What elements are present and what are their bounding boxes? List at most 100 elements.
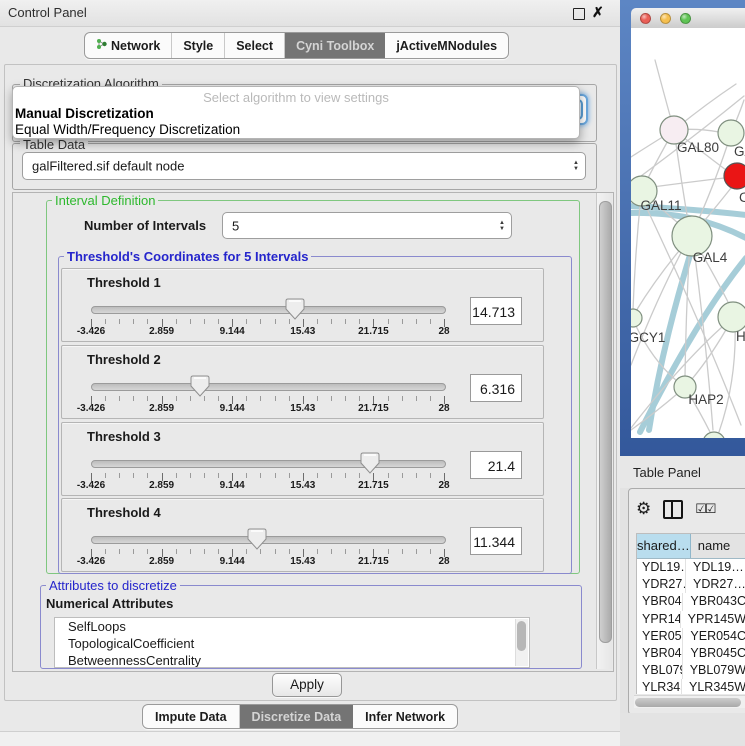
minor-tick: [119, 396, 120, 401]
table-horizontal-scrollbar[interactable]: [634, 695, 745, 708]
attribute-list-item[interactable]: SelfLoops: [55, 618, 529, 635]
table-row[interactable]: YPR145WYPR145W: [637, 611, 745, 628]
tab-impute-data[interactable]: Impute Data: [143, 705, 240, 728]
dropdown-option-manual[interactable]: Manual Discretization: [15, 106, 154, 121]
minor-tick: [204, 319, 205, 324]
table-data-combobox[interactable]: galFiltered.sif default node ▲▼: [22, 152, 586, 180]
cell-shared-name[interactable]: YDR27…: [637, 576, 686, 593]
slider-thumb[interactable]: [247, 528, 267, 550]
apply-button[interactable]: Apply: [272, 673, 342, 697]
table-panel-header: Table Panel: [620, 456, 745, 488]
slider-thumb[interactable]: [190, 375, 210, 397]
minor-tick: [105, 319, 106, 324]
tick-label: -3.426: [77, 403, 105, 414]
table-row[interactable]: YBL079WYBL079W: [637, 662, 745, 679]
column-header-name[interactable]: name: [691, 534, 745, 558]
cell-shared-name[interactable]: YLR345W: [637, 679, 682, 694]
table-row[interactable]: YBR045CYBR045C: [637, 645, 745, 662]
tab-infer-network[interactable]: Infer Network: [353, 705, 457, 728]
close-panel-icon[interactable]: ✗: [592, 4, 604, 21]
numerical-attributes-list[interactable]: SelfLoopsTopologicalCoefficientBetweenne…: [54, 617, 530, 668]
split-view-icon[interactable]: [663, 500, 683, 519]
tick-label: 15.43: [290, 480, 315, 491]
minor-tick: [147, 396, 148, 401]
network-node[interactable]: [703, 432, 725, 438]
network-node-gcy1[interactable]: [631, 309, 642, 327]
table-row[interactable]: YDL19…YDL19…: [637, 559, 745, 576]
cell-shared-name[interactable]: YPR145W: [637, 611, 681, 628]
cell-name[interactable]: YPR145W: [681, 611, 745, 628]
slider-track[interactable]: [91, 536, 446, 544]
window-close-icon[interactable]: [640, 13, 651, 24]
scrollbar-thumb[interactable]: [599, 201, 612, 643]
network-canvas[interactable]: GAL80GACGAL11GAL4GCY1HHAP2: [631, 28, 745, 438]
float-panel-icon[interactable]: [573, 8, 585, 20]
window-zoom-icon[interactable]: [680, 13, 691, 24]
attribute-list-item[interactable]: BetweennessCentrality: [55, 652, 529, 668]
cell-name[interactable]: YDR27…: [686, 576, 745, 593]
window-minimize-icon[interactable]: [660, 13, 671, 24]
network-node-ga[interactable]: [718, 120, 744, 146]
table-row[interactable]: YER054CYER054C: [637, 628, 745, 645]
tab-jactivemnodules[interactable]: jActiveMNodules: [385, 33, 508, 58]
table-row[interactable]: YLR345WYLR345W: [637, 679, 745, 694]
table-row[interactable]: YBR043CYBR043C: [637, 593, 745, 610]
tick-label: 9.144: [220, 326, 245, 337]
table-row[interactable]: YDR27…YDR27…: [637, 576, 745, 593]
panel-title: Control Panel: [8, 5, 87, 20]
cell-shared-name[interactable]: YBR043C: [637, 593, 683, 610]
column-checkboxes-icon[interactable]: ☑☑: [695, 501, 714, 517]
tab-infer-network-label: Infer Network: [365, 710, 445, 724]
minor-tick: [289, 396, 290, 401]
cell-shared-name[interactable]: YER054C: [637, 628, 683, 645]
cell-name[interactable]: YDL19…: [686, 559, 745, 576]
minor-tick: [317, 473, 318, 478]
threshold-value-field[interactable]: 11.344: [470, 527, 522, 555]
cell-name[interactable]: YLR345W: [682, 679, 745, 694]
minor-tick: [331, 319, 332, 324]
corner-filler: [620, 713, 745, 745]
network-node-h[interactable]: [718, 302, 745, 332]
minor-tick: [289, 473, 290, 478]
cell-shared-name[interactable]: YBR045C: [637, 645, 683, 662]
slider-track[interactable]: [91, 306, 446, 314]
tab-style[interactable]: Style: [172, 33, 225, 58]
column-header-shared-name[interactable]: shared…: [637, 534, 691, 558]
tick-label: 9.144: [220, 556, 245, 567]
scrollbar-thumb[interactable]: [517, 621, 526, 651]
slider-track[interactable]: [91, 460, 446, 468]
attributes-group-title: Attributes to discretize: [46, 578, 180, 593]
minor-tick: [345, 319, 346, 324]
tab-cyni-toolbox[interactable]: Cyni Toolbox: [285, 33, 385, 58]
tick-label: 28: [438, 556, 449, 567]
slider-thumb[interactable]: [285, 298, 305, 320]
minor-tick: [416, 473, 417, 478]
scrollbar-thumb[interactable]: [635, 698, 741, 707]
attribute-list-item[interactable]: TopologicalCoefficient: [55, 635, 529, 652]
network-node-c[interactable]: [724, 163, 745, 189]
cell-shared-name[interactable]: YBL079W: [637, 662, 683, 679]
minor-tick: [416, 396, 417, 401]
dropdown-option-equal-width[interactable]: Equal Width/Frequency Discretization: [15, 122, 240, 137]
gear-icon[interactable]: ⚙: [636, 499, 651, 519]
network-node-label: GAL4: [693, 250, 728, 265]
threshold-label: Threshold 2: [87, 352, 161, 367]
number-of-intervals-combobox[interactable]: 5 ▲▼: [222, 212, 512, 239]
slider-track[interactable]: [91, 383, 446, 391]
cell-name[interactable]: YBL079W: [683, 662, 745, 679]
cell-shared-name[interactable]: YDL19…: [637, 559, 686, 576]
tab-discretize-data[interactable]: Discretize Data: [240, 705, 354, 728]
threshold-value-field[interactable]: 14.713: [470, 297, 522, 325]
slider-thumb[interactable]: [360, 452, 380, 474]
minor-tick: [331, 549, 332, 554]
settings-vertical-scrollbar[interactable]: [596, 193, 612, 669]
attributes-list-scrollbar[interactable]: [515, 619, 528, 666]
cell-name[interactable]: YBR043C: [683, 593, 745, 610]
cell-name[interactable]: YBR045C: [683, 645, 745, 662]
cell-name[interactable]: YER054C: [683, 628, 745, 645]
threshold-value-field[interactable]: 6.316: [470, 374, 522, 402]
threshold-value-field[interactable]: 21.4: [470, 451, 522, 479]
network-window-titlebar[interactable]: [631, 8, 745, 29]
tab-select[interactable]: Select: [225, 33, 285, 58]
tab-network[interactable]: Network: [85, 33, 172, 58]
